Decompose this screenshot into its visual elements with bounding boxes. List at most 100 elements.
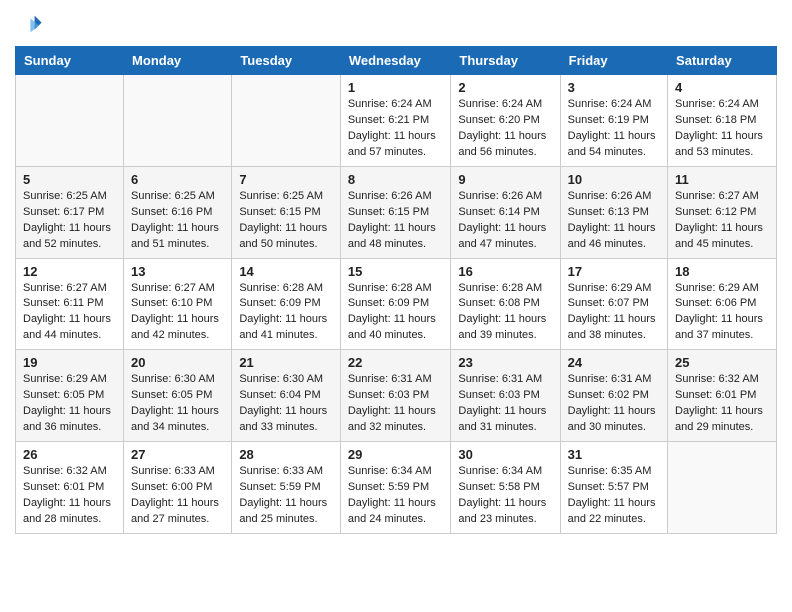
logo bbox=[15, 10, 47, 38]
calendar-cell: 11 Sunrise: 6:27 AM Sunset: 6:12 PM Dayli… bbox=[668, 166, 777, 258]
day-number: 16 bbox=[458, 264, 552, 279]
cell-content: Sunrise: 6:31 AM Sunset: 6:03 PM Dayligh… bbox=[458, 372, 552, 436]
cell-content: Sunrise: 6:33 AM Sunset: 5:59 PM Dayligh… bbox=[239, 464, 333, 528]
day-number: 9 bbox=[458, 172, 552, 187]
calendar-cell: 15 Sunrise: 6:28 AM Sunset: 6:09 PM Dayli… bbox=[340, 258, 451, 350]
day-number: 6 bbox=[131, 172, 224, 187]
day-number: 21 bbox=[239, 355, 333, 370]
calendar-cell: 29 Sunrise: 6:34 AM Sunset: 5:59 PM Dayli… bbox=[340, 442, 451, 534]
calendar-cell: 22 Sunrise: 6:31 AM Sunset: 6:03 PM Dayli… bbox=[340, 350, 451, 442]
calendar-cell: 26Sunrise: 6:32 AM Sunset: 6:01 PM Dayli… bbox=[16, 442, 124, 534]
calendar-cell: 3 Sunrise: 6:24 AM Sunset: 6:19 PM Daylig… bbox=[560, 75, 667, 167]
cell-content: Sunrise: 6:27 AM Sunset: 6:12 PM Dayligh… bbox=[675, 189, 769, 253]
calendar-cell: 14 Sunrise: 6:28 AM Sunset: 6:09 PM Dayli… bbox=[232, 258, 341, 350]
cell-content: Sunrise: 6:25 AM Sunset: 6:15 PM Dayligh… bbox=[239, 189, 333, 253]
cell-content: Sunrise: 6:27 AM Sunset: 6:10 PM Dayligh… bbox=[131, 281, 224, 345]
cell-content: Sunrise: 6:25 AM Sunset: 6:16 PM Dayligh… bbox=[131, 189, 224, 253]
calendar-cell: 19Sunrise: 6:29 AM Sunset: 6:05 PM Dayli… bbox=[16, 350, 124, 442]
cell-content: Sunrise: 6:26 AM Sunset: 6:15 PM Dayligh… bbox=[348, 189, 444, 253]
calendar-cell: 17 Sunrise: 6:29 AM Sunset: 6:07 PM Dayli… bbox=[560, 258, 667, 350]
cell-content: Sunrise: 6:28 AM Sunset: 6:09 PM Dayligh… bbox=[348, 281, 444, 345]
week-row-4: 19Sunrise: 6:29 AM Sunset: 6:05 PM Dayli… bbox=[16, 350, 777, 442]
calendar-cell: 30Sunrise: 6:34 AM Sunset: 5:58 PM Dayli… bbox=[451, 442, 560, 534]
calendar-table: SundayMondayTuesdayWednesdayThursdayFrid… bbox=[15, 46, 777, 534]
day-number: 8 bbox=[348, 172, 444, 187]
calendar-cell bbox=[124, 75, 232, 167]
day-number: 26 bbox=[23, 447, 116, 462]
cell-content: Sunrise: 6:34 AM Sunset: 5:59 PM Dayligh… bbox=[348, 464, 444, 528]
weekday-header-sunday: Sunday bbox=[16, 47, 124, 75]
day-number: 24 bbox=[568, 355, 660, 370]
weekday-header-saturday: Saturday bbox=[668, 47, 777, 75]
cell-content: Sunrise: 6:28 AM Sunset: 6:09 PM Dayligh… bbox=[239, 281, 333, 345]
cell-content: Sunrise: 6:35 AM Sunset: 5:57 PM Dayligh… bbox=[568, 464, 660, 528]
day-number: 22 bbox=[348, 355, 444, 370]
cell-content: Sunrise: 6:29 AM Sunset: 6:06 PM Dayligh… bbox=[675, 281, 769, 345]
weekday-header-tuesday: Tuesday bbox=[232, 47, 341, 75]
day-number: 17 bbox=[568, 264, 660, 279]
calendar-cell: 12Sunrise: 6:27 AM Sunset: 6:11 PM Dayli… bbox=[16, 258, 124, 350]
cell-content: Sunrise: 6:24 AM Sunset: 6:19 PM Dayligh… bbox=[568, 97, 660, 161]
cell-content: Sunrise: 6:30 AM Sunset: 6:04 PM Dayligh… bbox=[239, 372, 333, 436]
day-number: 19 bbox=[23, 355, 116, 370]
calendar-cell: 25Sunrise: 6:32 AM Sunset: 6:01 PM Dayli… bbox=[668, 350, 777, 442]
calendar-cell: 21 Sunrise: 6:30 AM Sunset: 6:04 PM Dayli… bbox=[232, 350, 341, 442]
calendar-cell: 2 Sunrise: 6:24 AM Sunset: 6:20 PM Daylig… bbox=[451, 75, 560, 167]
cell-content: Sunrise: 6:31 AM Sunset: 6:03 PM Dayligh… bbox=[348, 372, 444, 436]
cell-content: Sunrise: 6:30 AM Sunset: 6:05 PM Dayligh… bbox=[131, 372, 224, 436]
calendar-cell: 4 Sunrise: 6:24 AM Sunset: 6:18 PM Daylig… bbox=[668, 75, 777, 167]
calendar-cell: 27 Sunrise: 6:33 AM Sunset: 6:00 PM Dayli… bbox=[124, 442, 232, 534]
cell-content: Sunrise: 6:34 AM Sunset: 5:58 PM Dayligh… bbox=[458, 464, 552, 528]
day-number: 10 bbox=[568, 172, 660, 187]
calendar-cell: 31 Sunrise: 6:35 AM Sunset: 5:57 PM Dayli… bbox=[560, 442, 667, 534]
calendar-cell: 24Sunrise: 6:31 AM Sunset: 6:02 PM Dayli… bbox=[560, 350, 667, 442]
cell-content: Sunrise: 6:26 AM Sunset: 6:13 PM Dayligh… bbox=[568, 189, 660, 253]
weekday-header-thursday: Thursday bbox=[451, 47, 560, 75]
day-number: 3 bbox=[568, 80, 660, 95]
calendar-cell: 16 Sunrise: 6:28 AM Sunset: 6:08 PM Dayli… bbox=[451, 258, 560, 350]
logo-icon bbox=[15, 10, 43, 38]
cell-content: Sunrise: 6:32 AM Sunset: 6:01 PM Dayligh… bbox=[675, 372, 769, 436]
day-number: 27 bbox=[131, 447, 224, 462]
calendar-cell bbox=[232, 75, 341, 167]
calendar-cell: 9 Sunrise: 6:26 AM Sunset: 6:14 PM Daylig… bbox=[451, 166, 560, 258]
day-number: 29 bbox=[348, 447, 444, 462]
day-number: 28 bbox=[239, 447, 333, 462]
day-number: 11 bbox=[675, 172, 769, 187]
cell-content: Sunrise: 6:24 AM Sunset: 6:21 PM Dayligh… bbox=[348, 97, 444, 161]
day-number: 13 bbox=[131, 264, 224, 279]
calendar-cell: 13 Sunrise: 6:27 AM Sunset: 6:10 PM Dayli… bbox=[124, 258, 232, 350]
cell-content: Sunrise: 6:27 AM Sunset: 6:11 PM Dayligh… bbox=[23, 281, 116, 345]
weekday-header-monday: Monday bbox=[124, 47, 232, 75]
day-number: 4 bbox=[675, 80, 769, 95]
day-number: 18 bbox=[675, 264, 769, 279]
weekday-header-wednesday: Wednesday bbox=[340, 47, 451, 75]
calendar-cell: 1Sunrise: 6:24 AM Sunset: 6:21 PM Daylig… bbox=[340, 75, 451, 167]
weekday-header-friday: Friday bbox=[560, 47, 667, 75]
cell-content: Sunrise: 6:29 AM Sunset: 6:07 PM Dayligh… bbox=[568, 281, 660, 345]
page-header bbox=[15, 10, 777, 38]
day-number: 31 bbox=[568, 447, 660, 462]
day-number: 23 bbox=[458, 355, 552, 370]
day-number: 2 bbox=[458, 80, 552, 95]
week-row-2: 5Sunrise: 6:25 AM Sunset: 6:17 PM Daylig… bbox=[16, 166, 777, 258]
calendar-cell bbox=[668, 442, 777, 534]
calendar-cell: 18 Sunrise: 6:29 AM Sunset: 6:06 PM Dayli… bbox=[668, 258, 777, 350]
calendar-cell bbox=[16, 75, 124, 167]
day-number: 14 bbox=[239, 264, 333, 279]
cell-content: Sunrise: 6:24 AM Sunset: 6:20 PM Dayligh… bbox=[458, 97, 552, 161]
calendar-cell: 5Sunrise: 6:25 AM Sunset: 6:17 PM Daylig… bbox=[16, 166, 124, 258]
day-number: 7 bbox=[239, 172, 333, 187]
week-row-5: 26Sunrise: 6:32 AM Sunset: 6:01 PM Dayli… bbox=[16, 442, 777, 534]
day-number: 5 bbox=[23, 172, 116, 187]
day-number: 15 bbox=[348, 264, 444, 279]
week-row-1: 1Sunrise: 6:24 AM Sunset: 6:21 PM Daylig… bbox=[16, 75, 777, 167]
weekday-header-row: SundayMondayTuesdayWednesdayThursdayFrid… bbox=[16, 47, 777, 75]
cell-content: Sunrise: 6:28 AM Sunset: 6:08 PM Dayligh… bbox=[458, 281, 552, 345]
calendar-cell: 6 Sunrise: 6:25 AM Sunset: 6:16 PM Daylig… bbox=[124, 166, 232, 258]
day-number: 20 bbox=[131, 355, 224, 370]
cell-content: Sunrise: 6:33 AM Sunset: 6:00 PM Dayligh… bbox=[131, 464, 224, 528]
cell-content: Sunrise: 6:26 AM Sunset: 6:14 PM Dayligh… bbox=[458, 189, 552, 253]
calendar-cell: 20 Sunrise: 6:30 AM Sunset: 6:05 PM Dayli… bbox=[124, 350, 232, 442]
cell-content: Sunrise: 6:24 AM Sunset: 6:18 PM Dayligh… bbox=[675, 97, 769, 161]
